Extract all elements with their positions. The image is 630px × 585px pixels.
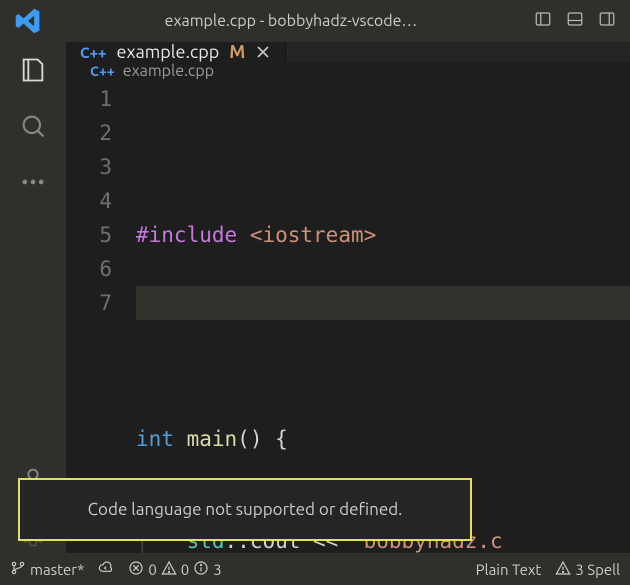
modified-indicator: M	[229, 42, 245, 62]
error-count: 0	[148, 561, 156, 578]
breadcrumb[interactable]: C++ example.cpp	[66, 62, 630, 80]
info-count: 3	[213, 561, 221, 578]
cloud-sync-icon	[98, 560, 114, 579]
line-number: 3	[66, 150, 112, 184]
search-icon[interactable]	[15, 108, 51, 144]
language-mode-label: Plain Text	[476, 561, 542, 578]
spell-count: 3 Spell	[575, 561, 620, 578]
line-number: 1	[66, 82, 112, 116]
sync-status[interactable]	[98, 560, 114, 579]
info-icon	[193, 560, 209, 579]
problems-status[interactable]: 0 0 3	[128, 560, 221, 579]
line-number: 5	[66, 218, 112, 252]
language-badge: C++	[90, 63, 115, 79]
warning-icon	[555, 560, 571, 579]
branch-status[interactable]: master*	[10, 560, 84, 579]
breadcrumb-filename: example.cpp	[123, 62, 214, 80]
notification-message: Code language not supported or defined.	[88, 500, 403, 519]
explorer-icon[interactable]	[15, 52, 51, 88]
line-number: 2	[66, 116, 112, 150]
warning-icon	[161, 560, 177, 579]
title-bar: example.cpp - bobbyhadz-vscode…	[0, 0, 630, 42]
window-title: example.cpp - bobbyhadz-vscode…	[48, 12, 534, 30]
language-mode[interactable]: Plain Text	[476, 561, 542, 578]
panel-right-icon[interactable]	[598, 10, 616, 32]
status-bar: master* 0 0 3 Plain Text 3 Spell	[0, 553, 630, 585]
spell-status[interactable]: 3 Spell	[555, 560, 620, 579]
git-branch-icon	[10, 560, 26, 579]
vscode-logo-icon	[14, 7, 42, 35]
close-icon[interactable]	[255, 44, 271, 60]
line-number: 7	[66, 286, 112, 320]
line-number: 6	[66, 252, 112, 286]
panel-left-icon[interactable]	[534, 10, 552, 32]
panel-bottom-icon[interactable]	[566, 10, 584, 32]
tab-example-cpp[interactable]: C++ example.cpp M	[66, 42, 286, 62]
more-icon[interactable]	[15, 164, 51, 200]
activity-bar	[0, 42, 66, 553]
tab-filename: example.cpp	[117, 42, 220, 62]
warning-count: 0	[181, 561, 189, 578]
current-line-highlight	[136, 286, 630, 320]
notification-toast[interactable]: Code language not supported or defined.	[18, 478, 472, 541]
error-icon	[128, 560, 144, 579]
editor-group: C++ example.cpp M C++ example.cpp 1 2 3 …	[66, 42, 630, 553]
line-number: 4	[66, 184, 112, 218]
branch-name: master*	[30, 561, 84, 578]
language-badge: C++	[80, 44, 107, 61]
tab-bar: C++ example.cpp M	[66, 42, 630, 62]
main-area: C++ example.cpp M C++ example.cpp 1 2 3 …	[0, 42, 630, 553]
